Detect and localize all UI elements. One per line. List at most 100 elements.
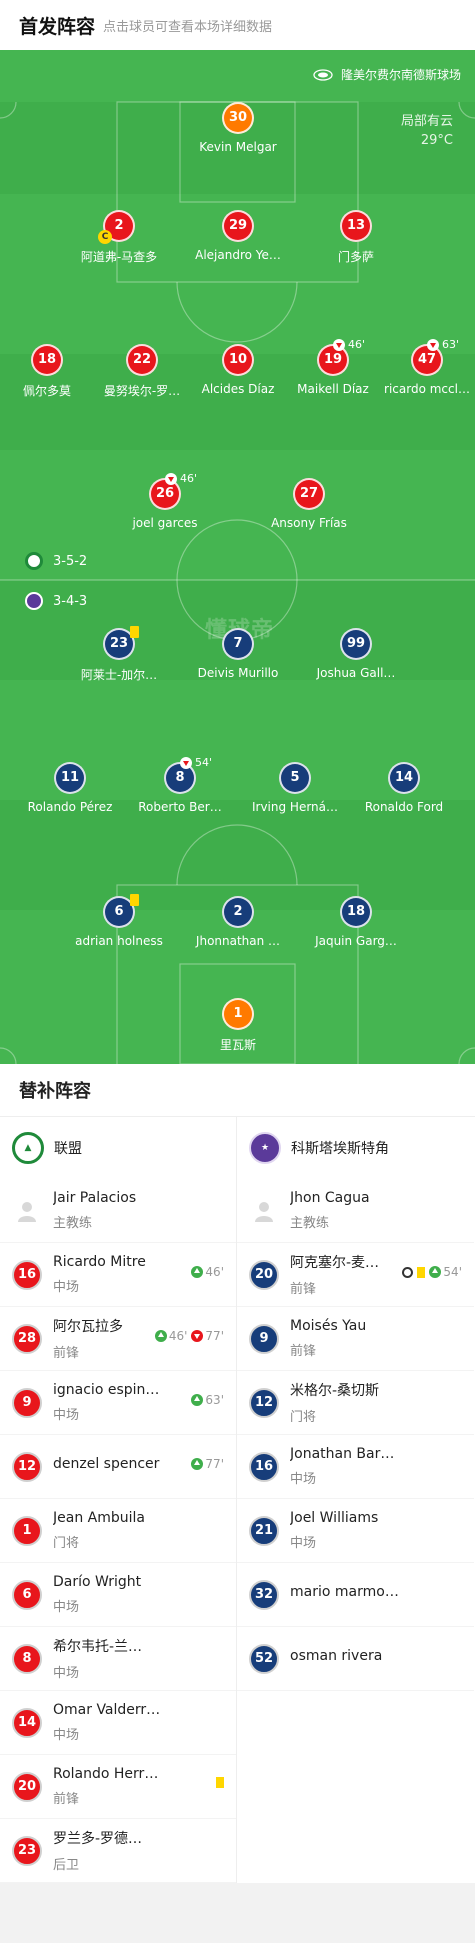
player-name: Jaquin Garg… bbox=[315, 934, 397, 948]
away-player[interactable]: 5 Irving Herná… bbox=[235, 762, 355, 814]
bench-player-row[interactable]: 9 ignacio espin… 中场 63' bbox=[0, 1371, 236, 1435]
pitch: 隆美尔费尔南德斯球场 局部有云 29°C 懂球帝 3-5-2 3-4-3 30 … bbox=[0, 50, 475, 1064]
sub-in-event: 46' bbox=[154, 1329, 187, 1343]
home-player[interactable]: 30 Kevin Melgar bbox=[178, 102, 298, 154]
bench-player-row[interactable]: 1 Jean Ambuila 门将 bbox=[0, 1499, 236, 1563]
player-name: joel garces bbox=[132, 516, 198, 530]
sub-in-icon bbox=[191, 1458, 204, 1470]
away-formation-label: 3-4-3 bbox=[53, 593, 88, 609]
sub-out-minute: 46' bbox=[348, 338, 366, 351]
player-name: 门多萨 bbox=[337, 250, 374, 264]
home-player[interactable]: 26 46' joel garces bbox=[105, 472, 225, 530]
coach-role: 主教练 bbox=[53, 1216, 93, 1231]
bench-player-row[interactable]: 32 mario marmol… bbox=[237, 1563, 474, 1627]
player-number: 2 bbox=[114, 218, 124, 233]
player-name: Irving Herná… bbox=[251, 800, 339, 814]
player-name: 阿克塞尔-麦… bbox=[290, 1255, 380, 1271]
away-player[interactable]: 8 54' Roberto Ber… bbox=[120, 756, 240, 814]
weather-temperature: 29°C bbox=[420, 133, 453, 148]
away-player[interactable]: 2 Jhonnathan … bbox=[178, 896, 298, 948]
away-player[interactable]: 14 Ronaldo Ford bbox=[344, 762, 464, 814]
away-team-header[interactable]: ★ 科斯塔埃斯特角 bbox=[237, 1117, 474, 1179]
player-name: Moisés Yau bbox=[290, 1318, 367, 1334]
player-name: Ansony Frías bbox=[271, 516, 347, 530]
home-player[interactable]: 47 63' ricardo mccl… bbox=[367, 338, 475, 396]
bench-player-row[interactable]: 8 希尔韦托-兰… 中场 bbox=[0, 1627, 236, 1691]
player-name: mario marmol… bbox=[290, 1583, 400, 1600]
home-player[interactable]: 2C 阿道弗-马查多 bbox=[59, 210, 179, 265]
home-coach-row[interactable]: Jair Palacios 主教练 bbox=[0, 1179, 236, 1243]
home-player[interactable]: 13 门多萨 bbox=[296, 210, 416, 265]
away-team-badge-icon bbox=[25, 592, 43, 610]
away-player[interactable]: 11 Rolando Pérez bbox=[10, 762, 130, 814]
coach-role: 主教练 bbox=[290, 1216, 330, 1231]
coach-name: Jhon Cagua bbox=[290, 1190, 370, 1206]
player-number: 7 bbox=[222, 628, 254, 660]
sub-out-icon bbox=[165, 472, 177, 485]
away-player[interactable]: 7 Deivis Murillo bbox=[178, 628, 298, 680]
sub-in-event: 46' bbox=[191, 1265, 224, 1279]
coach-name: Jair Palacios bbox=[53, 1190, 137, 1206]
yellow-card-icon bbox=[130, 626, 139, 638]
away-player[interactable]: 23 阿莱士-加尔… bbox=[59, 626, 179, 683]
bench-player-row[interactable]: 12 denzel spencer 77' bbox=[0, 1435, 236, 1499]
away-coach-row[interactable]: Jhon Cagua 主教练 bbox=[237, 1179, 474, 1243]
weather-info: 局部有云 29°C bbox=[401, 112, 453, 150]
home-team-header[interactable]: ▲ 联盟 bbox=[0, 1117, 236, 1179]
player-position: 前锋 bbox=[290, 1344, 317, 1359]
home-player[interactable]: 27 Ansony Frías bbox=[249, 478, 369, 530]
player-number: 52 bbox=[249, 1643, 279, 1674]
bench-player-row[interactable]: 12 米格尔-桑切斯 门将 bbox=[237, 1371, 474, 1435]
player-position: 中场 bbox=[290, 1472, 317, 1487]
sub-out-minute: 63' bbox=[442, 338, 460, 351]
player-name: Ricardo Mitre bbox=[53, 1254, 146, 1270]
player-position: 门将 bbox=[290, 1410, 317, 1425]
away-player[interactable]: 1 里瓦斯 bbox=[178, 998, 298, 1053]
player-number: 16 bbox=[12, 1259, 42, 1290]
stadium-icon bbox=[313, 68, 333, 81]
bench-player-row[interactable]: 14 Omar Valderr… 中场 bbox=[0, 1691, 236, 1755]
bench-player-row[interactable]: 16 Ricardo Mitre 中场 46' bbox=[0, 1243, 236, 1307]
player-position: 前锋 bbox=[290, 1282, 317, 1297]
home-team-logo-icon: ▲ bbox=[12, 1132, 44, 1164]
player-name: osman rivera bbox=[290, 1647, 383, 1664]
home-bench: ▲ 联盟 Jair Palacios 主教练 16 Ricardo Mitre 中场… bbox=[0, 1117, 237, 1883]
away-player[interactable]: 18 Jaquin Garg… bbox=[296, 896, 416, 948]
player-number: 6 bbox=[114, 904, 124, 919]
away-team-logo-icon: ★ bbox=[249, 1132, 281, 1164]
bench-player-row[interactable]: 52 osman rivera bbox=[237, 1627, 474, 1691]
player-number: 1 bbox=[222, 998, 254, 1030]
sub-out-minute: 46' bbox=[180, 472, 198, 485]
sub-out-event: 77' bbox=[191, 1329, 224, 1343]
player-name: Jean Ambuila bbox=[53, 1510, 145, 1526]
player-name: Darío Wright bbox=[53, 1574, 142, 1590]
sub-in-icon bbox=[429, 1266, 442, 1278]
player-name: 阿莱士-加尔… bbox=[80, 668, 158, 682]
home-player[interactable]: 29 Alejandro Ye… bbox=[178, 210, 298, 262]
player-number: 11 bbox=[54, 762, 86, 794]
player-number: 30 bbox=[222, 102, 254, 134]
player-position: 中场 bbox=[53, 1600, 80, 1615]
sub-out-event: 54' bbox=[180, 756, 212, 769]
player-number: 12 bbox=[249, 1387, 279, 1418]
bench-player-row[interactable]: 16 Jonathan Bar… 中场 bbox=[237, 1435, 474, 1499]
bench-player-row[interactable]: 23 罗兰多-罗德… 后卫 bbox=[0, 1819, 236, 1883]
bench-player-row[interactable]: 28 阿尔瓦拉多 前锋 46' 77' bbox=[0, 1307, 236, 1371]
player-number: 8 bbox=[12, 1643, 42, 1674]
sub-out-icon bbox=[180, 756, 192, 769]
player-number: 9 bbox=[249, 1323, 279, 1354]
player-number: 10 bbox=[222, 344, 254, 376]
player-name: Kevin Melgar bbox=[199, 140, 277, 154]
weather-text: 局部有云 bbox=[400, 114, 453, 129]
player-name: 里瓦斯 bbox=[219, 1038, 256, 1052]
away-player[interactable]: 99 Joshua Gall… bbox=[296, 628, 416, 680]
bench-player-row[interactable]: 9 Moisés Yau 前锋 bbox=[237, 1307, 474, 1371]
goal-ball-icon bbox=[402, 1266, 414, 1278]
bench-player-row[interactable]: 6 Darío Wright 中场 bbox=[0, 1563, 236, 1627]
bench-player-row[interactable]: 20 阿克塞尔-麦… 前锋 54' bbox=[237, 1243, 474, 1307]
sub-out-event: 63' bbox=[427, 338, 459, 351]
bench-player-row[interactable]: 20 Rolando Herr… 前锋 bbox=[0, 1755, 236, 1819]
away-player[interactable]: 6 adrian holness bbox=[59, 894, 179, 948]
player-number: 14 bbox=[388, 762, 420, 794]
bench-player-row[interactable]: 21 Joel Williams 中场 bbox=[237, 1499, 474, 1563]
